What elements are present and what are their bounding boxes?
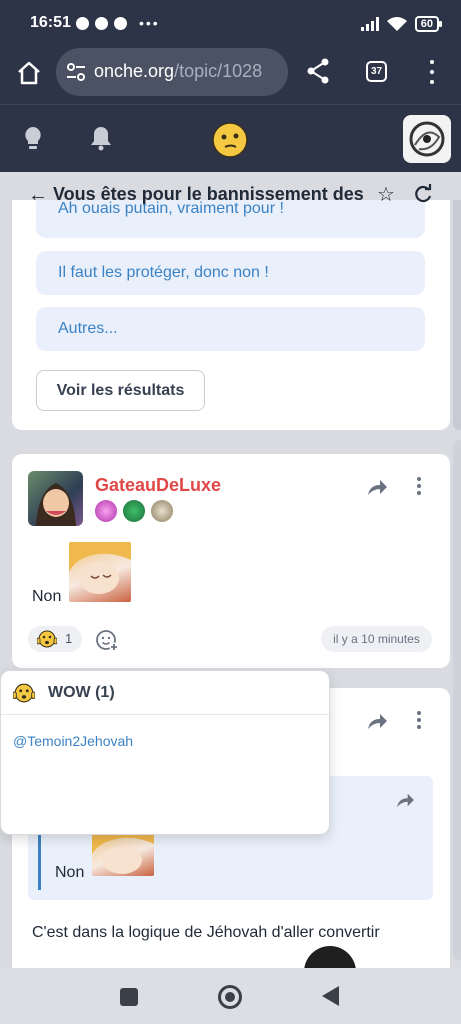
more-icon[interactable] xyxy=(428,60,436,84)
reaction-pill[interactable]: 1 xyxy=(28,626,82,652)
post-time: il y a 10 minutes xyxy=(321,626,432,652)
smiley-logo-icon[interactable] xyxy=(211,121,249,159)
dragon-avatar-image xyxy=(409,121,445,157)
sticker-drawing xyxy=(92,830,154,874)
back-arrow-icon[interactable]: ← xyxy=(28,184,48,207)
wifi-icon xyxy=(386,17,407,31)
home-icon[interactable] xyxy=(16,60,42,86)
popup-header: WOW (1) xyxy=(1,671,329,715)
share-post-icon[interactable] xyxy=(366,478,388,496)
more-notifications-icon: ••• xyxy=(139,15,160,31)
wow-emoji-icon xyxy=(37,630,57,648)
back-button[interactable] xyxy=(322,986,339,1006)
sticker-image xyxy=(92,830,154,876)
scroll-edge xyxy=(453,440,461,960)
url-path: /topic/1028 xyxy=(174,61,263,81)
add-reaction-icon[interactable] xyxy=(95,628,119,652)
status-bar: 16:51 ••• 60 xyxy=(0,0,461,46)
quote-text: Non xyxy=(55,864,85,881)
address-bar[interactable]: onche.org/topic/1028 xyxy=(56,48,288,96)
status-time: 16:51 xyxy=(30,14,71,31)
author-badges xyxy=(95,500,173,522)
wow-emoji-icon xyxy=(13,683,35,703)
reaction-count: 1 xyxy=(65,631,73,646)
browser-toolbar: onche.org/topic/1028 37 xyxy=(0,46,461,104)
reaction-popup: WOW (1) @Temoin2Jehovah xyxy=(0,670,330,835)
system-nav-bar xyxy=(0,968,461,1024)
topic-title: Vous êtes pour le bannissement des té xyxy=(53,184,367,204)
recents-button[interactable] xyxy=(120,988,138,1006)
post-text: Non xyxy=(32,588,62,605)
reload-icon[interactable] xyxy=(413,184,433,204)
home-button[interactable] xyxy=(218,985,242,1009)
sticker-image xyxy=(69,542,131,602)
author-avatar[interactable] xyxy=(28,471,83,526)
star-icon[interactable]: ☆ xyxy=(377,182,395,207)
poll-option[interactable]: Autres... xyxy=(36,307,425,351)
reaction-user-link[interactable]: @Temoin2Jehovah xyxy=(13,733,133,749)
facebook-icon xyxy=(76,16,89,30)
url-text[interactable]: onche.org/topic/1028 xyxy=(94,61,284,82)
badge-icon[interactable] xyxy=(151,500,173,522)
share-icon[interactable] xyxy=(306,58,330,84)
view-results-button[interactable]: Voir les résultats xyxy=(36,370,205,411)
anime-avatar-image xyxy=(36,483,76,526)
topic-bar-overlay: ← Vous êtes pour le bannissement des té … xyxy=(0,172,461,218)
tabs-button[interactable]: 37 xyxy=(366,61,387,82)
share-quote-icon[interactable] xyxy=(395,792,415,808)
url-domain: onche.org xyxy=(94,61,175,81)
user-avatar[interactable] xyxy=(403,115,451,163)
post-card: GateauDeLuxe Non 1 il y a 10 minutes xyxy=(12,454,450,668)
site-header xyxy=(0,104,461,172)
author-name[interactable]: GateauDeLuxe xyxy=(95,475,221,496)
post-more-icon[interactable] xyxy=(416,477,422,495)
badge-icon[interactable] xyxy=(123,500,145,522)
bell-icon[interactable] xyxy=(90,125,112,151)
system-indicators: 60 xyxy=(360,16,443,32)
sticker-drawing xyxy=(69,542,131,594)
notification-icons: ••• xyxy=(76,15,160,31)
scroll-edge xyxy=(453,190,461,430)
signal-icon xyxy=(360,17,379,31)
poll-option[interactable]: Il faut les protéger, donc non ! xyxy=(36,251,425,295)
lightbulb-icon[interactable] xyxy=(22,125,44,151)
popup-title: WOW (1) xyxy=(48,684,115,701)
site-settings-icon[interactable] xyxy=(66,63,86,81)
post-text: C'est dans la logique de Jéhovah d'aller… xyxy=(32,924,380,941)
share-post-icon[interactable] xyxy=(366,712,388,730)
chat-icon xyxy=(114,16,127,30)
poll-card: Ah ouais putain, vraiment pour ! Il faut… xyxy=(12,194,450,430)
badge-icon[interactable] xyxy=(95,500,117,522)
post-more-icon[interactable] xyxy=(416,711,422,729)
discord-icon xyxy=(95,16,108,30)
battery-indicator: 60 xyxy=(414,16,443,32)
